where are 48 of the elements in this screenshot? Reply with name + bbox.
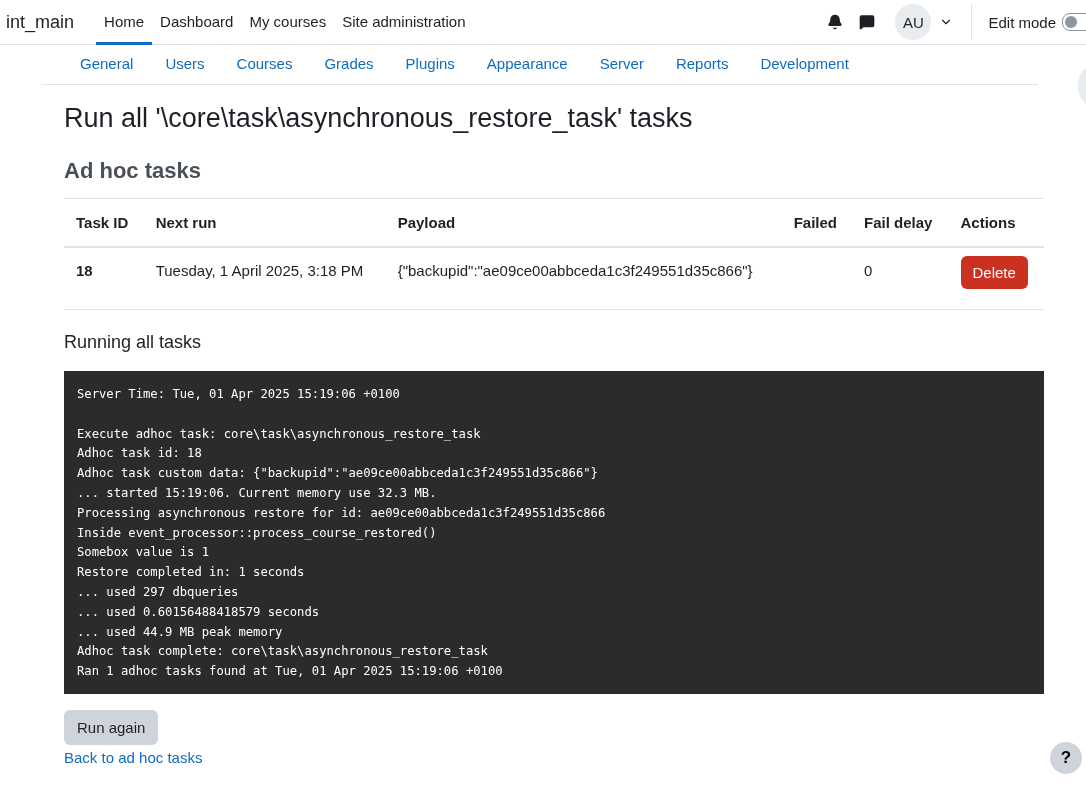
page-title: Run all '\core\task\asynchronous_restore_task' tasks <box>64 103 694 134</box>
admin-tab[interactable]: Appearance <box>470 55 584 72</box>
table-cell: {"backupid":"ae09ce00abbceda1c3f249551d35c866"} <box>385 247 782 310</box>
section-heading: Running all tasks <box>64 332 203 353</box>
delete-button[interactable]: Delete <box>960 256 1028 289</box>
output-line: Somebox value is 1 <box>77 544 211 562</box>
nav-link[interactable]: Home <box>96 0 153 45</box>
output-line: Adhoc task id: 18 <box>77 445 203 463</box>
table-cell: Tuesday, 1 April 2025, 3:18 PM <box>143 247 386 310</box>
column-header: Payload <box>385 198 782 247</box>
output-line: ... used 0.60156488418579 seconds <box>77 603 321 621</box>
back-link[interactable]: Back to ad hoc tasks <box>64 748 203 766</box>
column-header: Failed <box>781 198 852 247</box>
edit-mode-switch[interactable] <box>1062 13 1086 31</box>
nav-link[interactable]: Site administration <box>334 0 474 45</box>
admin-tab[interactable]: Development <box>744 55 865 72</box>
run-again-button[interactable]: Run again <box>64 709 159 745</box>
output-line: Adhoc task custom data: {"backupid":"ae09ce00abbceda1c3f249551d35c866"} <box>77 465 599 483</box>
admin-tab[interactable]: Plugins <box>389 55 471 72</box>
admin-tab[interactable]: General <box>64 55 150 72</box>
help-button[interactable]: ? <box>1050 742 1082 774</box>
admin-tab[interactable]: Server <box>583 55 660 72</box>
edit-mode-label: Edit mode <box>988 13 1056 31</box>
output-line: ... started 15:19:06. Current memory use 32.3 MB. <box>77 485 438 502</box>
table-cell: 18 <box>64 247 144 310</box>
output-line: Inside event_processor::process_course_restored() <box>77 524 438 542</box>
output-line: Processing asynchronous restore for id: ae09ce00abbceda1c3f249551d35c866 <box>77 504 607 522</box>
admin-tab[interactable]: Users <box>149 55 221 72</box>
nav-link[interactable]: Dashboard <box>152 0 242 45</box>
column-header: Task ID <box>64 198 144 247</box>
column-header: Fail delay <box>852 198 949 247</box>
column-header: Next run <box>143 198 386 247</box>
user-avatar[interactable]: AU <box>895 4 932 40</box>
section-title: Ad hoc tasks <box>64 158 202 184</box>
site-name[interactable]: int_main <box>6 0 75 44</box>
admin-tab[interactable]: Grades <box>308 55 390 72</box>
output-line: ... used 297 dbqueries <box>77 583 240 601</box>
admin-tab[interactable]: Courses <box>220 55 309 72</box>
admin-tab[interactable]: Reports <box>659 55 745 72</box>
output-line: Ran 1 adhoc tasks found at Tue, 01 Apr 2025 15:19:06 +0100 <box>77 663 504 681</box>
nav-link[interactable]: My courses <box>241 0 335 45</box>
output-line: Adhoc task complete: core\task\asynchronous_restore_task <box>77 643 489 661</box>
output-line: ... used 44.9 MB peak memory <box>77 623 284 641</box>
table-cell: 0 <box>852 247 949 310</box>
output-line: Restore completed in: 1 seconds <box>77 564 306 582</box>
output-line: Server Time: Tue, 01 Apr 2025 15:19:06 +0100 <box>77 386 401 403</box>
output-line: Execute adhoc task: core\task\asynchronous_restore_task <box>77 425 482 443</box>
column-header: Actions <box>948 198 1044 247</box>
